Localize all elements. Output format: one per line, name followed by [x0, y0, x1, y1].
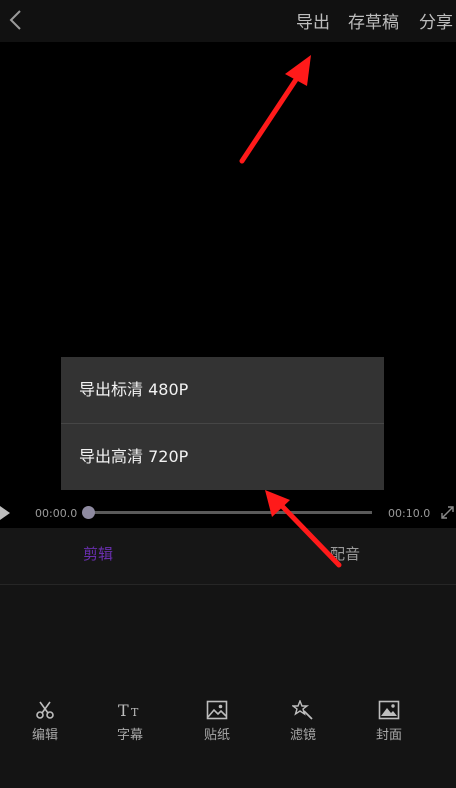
share-button[interactable]: 分享 [419, 8, 453, 33]
svg-text:T: T [131, 706, 139, 719]
cover-image-icon [378, 700, 400, 720]
tool-filter-label: 滤镜 [289, 728, 316, 743]
tool-edit[interactable]: 编辑 [15, 700, 75, 743]
tool-edit-label: 编辑 [31, 728, 58, 743]
progress-track[interactable] [88, 511, 372, 514]
scissors-icon [36, 701, 54, 719]
tool-cover[interactable]: 封面 [359, 700, 419, 743]
fullscreen-icon[interactable] [439, 504, 456, 521]
tab-dubbing[interactable]: 配音 [330, 543, 360, 564]
export-720p-option[interactable]: 导出高清 720P [61, 423, 384, 489]
total-time: 00:10.0 [388, 507, 431, 520]
current-time: 00:00.0 [35, 507, 78, 520]
filter-wand-icon [292, 700, 313, 720]
tool-subtitle[interactable]: T T 字幕 [100, 700, 160, 743]
tool-sticker[interactable]: 贴纸 [187, 700, 247, 743]
tool-sticker-label: 贴纸 [203, 728, 230, 743]
top-bar: 导出 存草稿 分享 [0, 0, 456, 42]
save-draft-button[interactable]: 存草稿 [348, 8, 399, 33]
export-480p-option[interactable]: 导出标清 480P [61, 357, 384, 423]
export-button[interactable]: 导出 [296, 8, 330, 33]
svg-text:T: T [118, 701, 129, 720]
edit-tab-bar: 剪辑 配音 [0, 528, 456, 585]
export-quality-menu: 导出标清 480P 导出高清 720P [61, 357, 384, 490]
tool-subtitle-label: 字幕 [116, 728, 143, 743]
back-chevron-icon[interactable] [6, 9, 26, 31]
sticker-icon [206, 700, 228, 720]
progress-knob[interactable] [82, 506, 95, 519]
play-icon[interactable] [0, 506, 10, 520]
tool-cover-label: 封面 [375, 728, 402, 743]
tool-filter[interactable]: 滤镜 [273, 700, 333, 743]
tab-edit[interactable]: 剪辑 [83, 543, 113, 564]
text-icon: T T [118, 701, 139, 720]
